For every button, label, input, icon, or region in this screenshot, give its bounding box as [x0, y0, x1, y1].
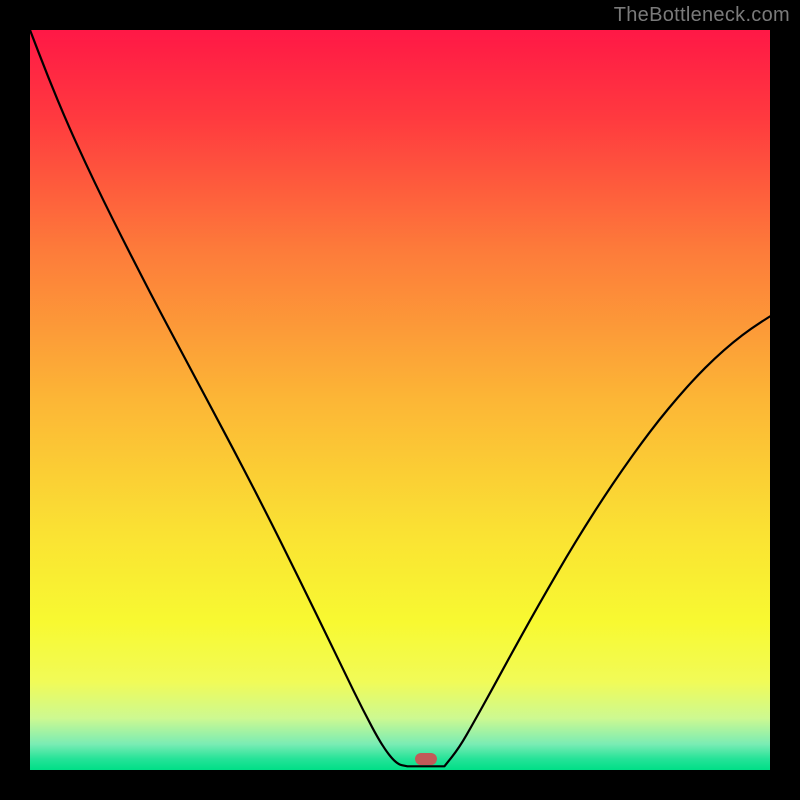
chart-svg [30, 30, 770, 770]
gradient-background [30, 30, 770, 770]
chart-stage: TheBottleneck.com [0, 0, 800, 800]
plot-area [30, 30, 770, 770]
optimum-marker [415, 753, 437, 765]
watermark-text: TheBottleneck.com [614, 4, 790, 27]
